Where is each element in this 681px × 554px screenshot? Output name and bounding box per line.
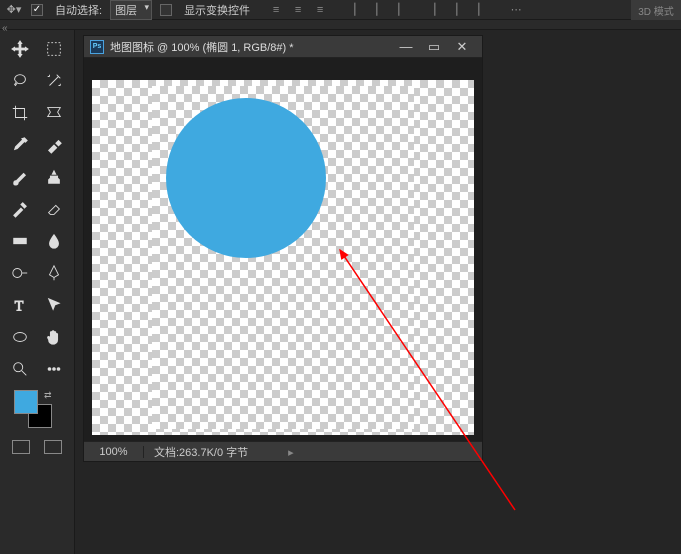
dodge-tool-icon[interactable] bbox=[8, 262, 32, 284]
close-button[interactable]: ✕ bbox=[448, 38, 476, 56]
clone-stamp-tool-icon[interactable] bbox=[42, 166, 66, 188]
gradient-tool-icon[interactable] bbox=[8, 230, 32, 252]
move-tool-icon[interactable] bbox=[8, 38, 32, 60]
swap-colors-icon[interactable]: ⇄ bbox=[44, 390, 52, 401]
zoom-level[interactable]: 100% bbox=[84, 446, 144, 458]
quickmask-mode-icon[interactable] bbox=[44, 440, 62, 454]
brush-tool-icon[interactable] bbox=[8, 166, 32, 188]
align-right-icon[interactable]: ⎢ bbox=[390, 2, 410, 18]
auto-select-checkbox[interactable] bbox=[31, 4, 43, 16]
show-transform-checkbox[interactable] bbox=[160, 4, 172, 16]
align-vcenter-icon[interactable]: ≡ bbox=[288, 2, 308, 18]
layer-select[interactable]: 图层 bbox=[110, 0, 152, 20]
zoom-tool-icon[interactable] bbox=[8, 358, 32, 380]
dist-top-icon[interactable]: ⎢ bbox=[426, 2, 446, 18]
healing-brush-tool-icon[interactable] bbox=[42, 134, 66, 156]
ps-file-icon: Ps bbox=[90, 40, 104, 54]
align-bottom-icon[interactable]: ≡ bbox=[310, 2, 330, 18]
align-top-icon[interactable]: ≡ bbox=[266, 2, 286, 18]
canvas[interactable] bbox=[92, 80, 474, 435]
magic-wand-tool-icon[interactable] bbox=[42, 70, 66, 92]
toolbox: T ⇄ bbox=[0, 30, 75, 554]
rect-marquee-tool-icon[interactable] bbox=[42, 38, 66, 60]
lasso-tool-icon[interactable] bbox=[8, 70, 32, 92]
slice-tool-icon[interactable] bbox=[42, 102, 66, 124]
dist-vcenter-icon[interactable]: ⎢ bbox=[448, 2, 468, 18]
dist-bottom-icon[interactable]: ⎢ bbox=[470, 2, 490, 18]
auto-select-label: 自动选择: bbox=[55, 2, 102, 18]
standard-mode-icon[interactable] bbox=[12, 440, 30, 454]
show-transform-label: 显示变换控件 bbox=[184, 2, 250, 18]
align-hcenter-icon[interactable]: ⎢ bbox=[368, 2, 388, 18]
pen-tool-icon[interactable] bbox=[42, 262, 66, 284]
document-window: Ps 地图图标 @ 100% (椭圆 1, RGB/8#) * — ▭ ✕ bbox=[83, 35, 483, 462]
foreground-color-swatch[interactable] bbox=[14, 390, 38, 414]
ellipse-tool-icon[interactable] bbox=[8, 326, 32, 348]
minimize-button[interactable]: — bbox=[392, 38, 420, 56]
eyedropper-tool-icon[interactable] bbox=[8, 134, 32, 156]
maximize-button[interactable]: ▭ bbox=[420, 38, 448, 56]
edit-toolbar-icon[interactable] bbox=[42, 358, 66, 380]
mode-3d-label[interactable]: 3D 模式 bbox=[631, 0, 681, 20]
document-title: 地图图标 @ 100% (椭圆 1, RGB/8#) * bbox=[110, 39, 392, 55]
path-selection-tool-icon[interactable] bbox=[42, 294, 66, 316]
hand-tool-icon[interactable] bbox=[42, 326, 66, 348]
align-left-icon[interactable]: ⎢ bbox=[346, 2, 366, 18]
svg-text:T: T bbox=[15, 298, 24, 314]
crop-tool-icon[interactable] bbox=[8, 102, 32, 124]
ellipse-shape[interactable] bbox=[166, 98, 326, 258]
type-tool-icon[interactable]: T bbox=[8, 294, 32, 316]
eraser-tool-icon[interactable] bbox=[42, 198, 66, 220]
overflow-icon[interactable]: ⋯ bbox=[506, 2, 526, 18]
move-tool-indicator: ✥▾ bbox=[5, 2, 23, 18]
collapse-icon[interactable]: « bbox=[2, 23, 12, 33]
history-brush-tool-icon[interactable] bbox=[8, 198, 32, 220]
document-info[interactable]: 文档:263.7K/0 字节 bbox=[144, 444, 482, 460]
blur-tool-icon[interactable] bbox=[42, 230, 66, 252]
